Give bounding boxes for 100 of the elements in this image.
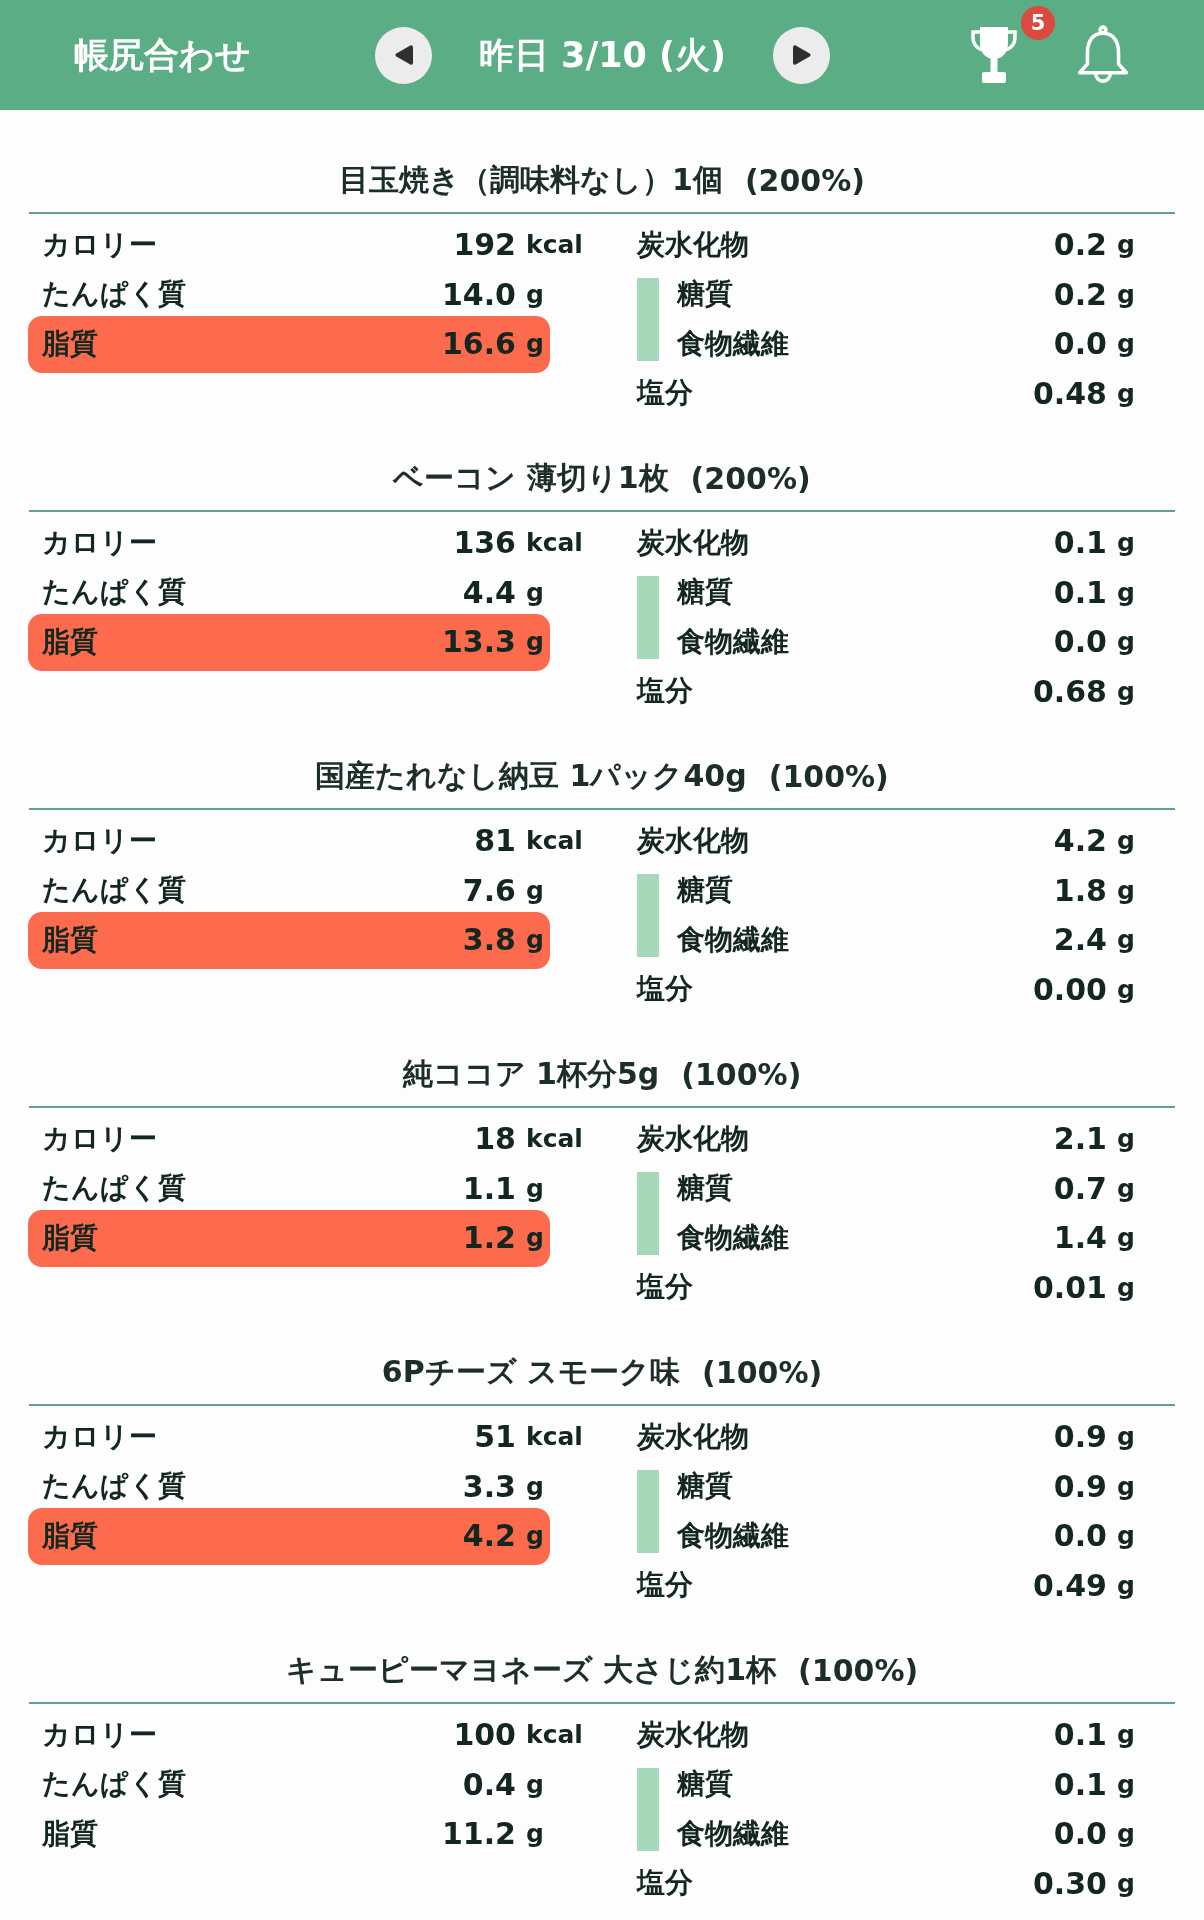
nutrient-unit: g (1117, 925, 1135, 955)
trophy-count-badge: 5 (1021, 6, 1055, 40)
food-name: 国産たれなし納豆 1パック40g (315, 756, 747, 795)
food-name: キューピーマヨネーズ 大さじ約1杯 (285, 1650, 777, 1689)
nutrient-unit: g (1117, 230, 1135, 260)
nutrient-unit: g (1117, 1521, 1135, 1551)
nutrient-unit: kcal (526, 1720, 583, 1750)
nutrient-unit: g (1117, 1570, 1135, 1600)
food-name: 6Pチーズ スモーク味 (381, 1352, 681, 1391)
sub-nutrient-label: 糖質 (677, 574, 733, 611)
nutrient-value: 13.3 (441, 624, 516, 660)
nutrient-unit: g (1117, 974, 1135, 1004)
bell-icon[interactable] (1075, 25, 1131, 85)
sub-nutrient-label: 糖質 (677, 276, 733, 313)
nutrient-value: 0.00 (1032, 971, 1107, 1007)
nutrient-value: 1.1 (462, 1170, 516, 1206)
nutrient-value: 4.2 (1053, 823, 1107, 859)
nutrient-unit: g (1117, 1471, 1135, 1501)
nutrient-unit: kcal (526, 1422, 583, 1452)
nutrient-unit: g (1117, 528, 1135, 558)
nutrient-label: 脂質 (42, 921, 98, 958)
nutrient-unit: g (1117, 1868, 1135, 1898)
serving-ratio: (100%) (768, 758, 889, 794)
nutrient-unit: g (1117, 329, 1135, 359)
nutrient-label: 炭水化物 (637, 1418, 749, 1455)
nutrient-unit: g (1117, 627, 1135, 657)
nutrient-unit: g (526, 925, 544, 955)
nutrient-unit: kcal (526, 826, 583, 856)
nutrient-value: 14.0 (441, 276, 516, 312)
sub-nutrient-label: 糖質 (677, 1170, 733, 1207)
nutrient-value: 2.1 (1053, 1121, 1107, 1157)
nutrient-unit: g (526, 1173, 544, 1203)
sub-nutrient-label: 食物繊維 (677, 921, 789, 958)
nutrient-value: 192 (453, 227, 516, 263)
nutrient-label: 塩分 (637, 1865, 693, 1902)
nutrient-value: 1.2 (462, 1220, 516, 1256)
nutrient-value: 0.2 (1053, 227, 1107, 263)
nutrient-label: 脂質 (42, 1219, 98, 1256)
next-day-button[interactable] (773, 26, 830, 84)
nutrient-label: カロリー (42, 822, 157, 859)
nutrient-label: 塩分 (637, 971, 693, 1008)
nutrient-value: 0.0 (1053, 624, 1107, 660)
nutrient-value: 81 (474, 823, 516, 859)
right-triangle-icon (792, 45, 811, 65)
nutrient-value: 0.9 (1053, 1419, 1107, 1455)
nutrient-value: 0.4 (462, 1766, 516, 1802)
nutrient-value: 1.4 (1053, 1220, 1107, 1256)
nutrient-unit: g (1117, 1422, 1135, 1452)
nutrient-label: たんぱく質 (42, 1468, 186, 1505)
sub-nutrient-label: 食物繊維 (677, 623, 789, 660)
nutrient-unit: g (1117, 1124, 1135, 1154)
nutrient-value: 0.68 (1032, 673, 1107, 709)
food-name: 純ココア 1杯分5g (402, 1054, 660, 1093)
nutrient-value: 2.4 (1053, 922, 1107, 958)
nutrient-unit: g (1117, 1769, 1135, 1799)
previous-day-button[interactable] (375, 26, 432, 84)
nutrient-unit: g (526, 329, 544, 359)
nutrient-value: 136 (453, 525, 516, 561)
nutrient-value: 7.6 (462, 872, 516, 908)
serving-ratio: (200%) (744, 162, 865, 198)
nutrient-label: 炭水化物 (637, 226, 749, 263)
nutrient-value: 0.0 (1053, 326, 1107, 362)
nutrient-value: 0.0 (1053, 1518, 1107, 1554)
nutrient-unit: g (526, 1819, 544, 1849)
nutrient-value: 0.1 (1053, 1717, 1107, 1753)
nutrient-unit: g (1117, 279, 1135, 309)
nutrient-label: 脂質 (42, 325, 98, 362)
nutrient-unit: g (526, 577, 544, 607)
sub-nutrient-label: 食物繊維 (677, 1219, 789, 1256)
nutrient-value: 0.01 (1032, 1269, 1107, 1305)
nutrient-value: 0.30 (1032, 1865, 1107, 1901)
nutrient-label: 炭水化物 (637, 1716, 749, 1753)
nutrient-unit: kcal (526, 1124, 583, 1154)
nutrient-unit: g (526, 875, 544, 905)
serving-ratio: (100%) (702, 1354, 823, 1390)
serving-ratio: (200%) (690, 460, 811, 496)
nutrient-unit: g (526, 279, 544, 309)
nutrient-unit: g (1117, 1173, 1135, 1203)
nutrient-value: 0.0 (1053, 1816, 1107, 1852)
nutrient-value: 11.2 (441, 1816, 516, 1852)
nutrient-label: 脂質 (42, 1517, 98, 1554)
trophy-icon[interactable] (969, 25, 1019, 85)
food-name: 目玉焼き（調味料なし）1個 (339, 160, 723, 199)
nutrient-value: 0.7 (1053, 1170, 1107, 1206)
nutrient-unit: g (1117, 378, 1135, 408)
nutrient-label: たんぱく質 (42, 872, 186, 909)
left-triangle-icon (394, 45, 413, 65)
nutrient-value: 18 (474, 1121, 516, 1157)
nutrient-label: たんぱく質 (42, 1766, 186, 1803)
nutrient-value: 3.3 (462, 1468, 516, 1504)
nutrient-unit: g (1117, 1272, 1135, 1302)
nutrient-unit: g (1117, 1819, 1135, 1849)
nutrient-value: 0.48 (1032, 375, 1107, 411)
nutrient-unit: g (1117, 826, 1135, 856)
nutrient-unit: g (1117, 1720, 1135, 1750)
nutrient-label: 塩分 (637, 375, 693, 412)
food-name: ベーコン 薄切り1枚 (393, 458, 669, 497)
date-label: 昨日 3/10 (火) (478, 33, 727, 77)
sub-nutrient-label: 糖質 (677, 1468, 733, 1505)
nutrient-value: 4.4 (462, 574, 516, 610)
